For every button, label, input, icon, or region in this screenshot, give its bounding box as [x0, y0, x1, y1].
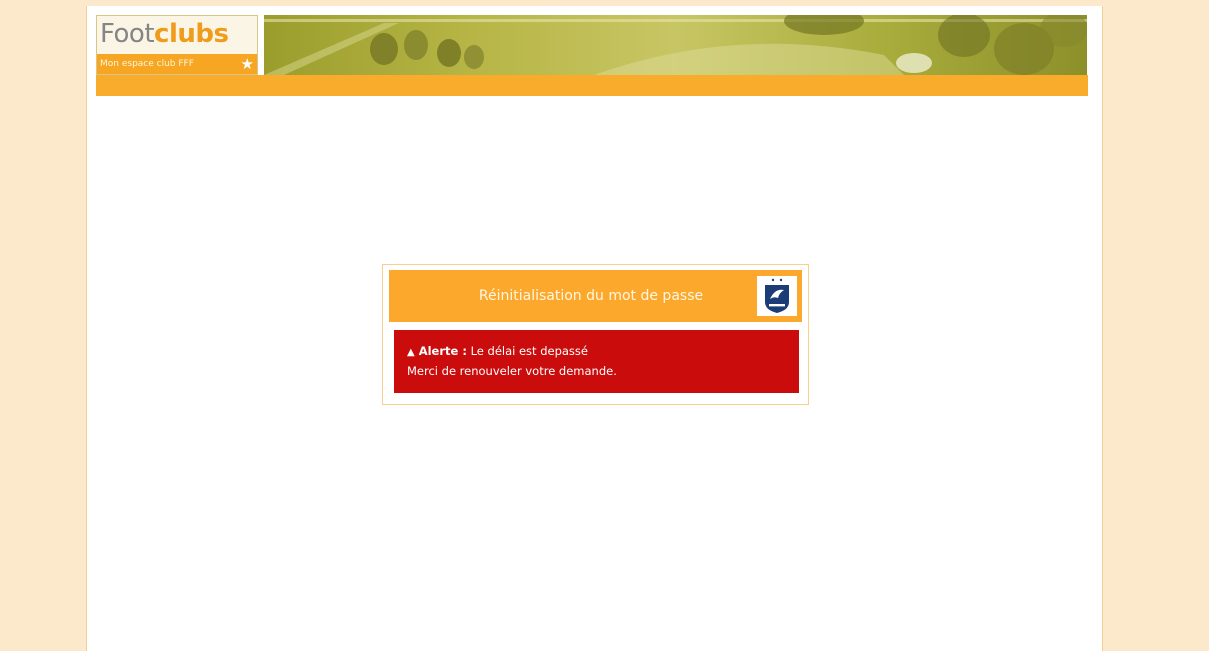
alert-label: Alerte : [418, 344, 467, 358]
alert-box: ▲ Alerte : Le délai est depassé Merci de … [394, 330, 799, 393]
star-icon: ★ [240, 55, 254, 73]
alert-instruction: Merci de renouveler votre demande. [407, 364, 617, 378]
logo-wordmark: Footclubs [100, 18, 229, 50]
site-header: Footclubs Mon espace club FFF ★ [96, 15, 1088, 75]
dialog-title: Réinitialisation du mot de passe [478, 288, 704, 304]
alert-message: Le délai est depassé [470, 344, 588, 358]
header-banner-image [264, 15, 1087, 75]
header-nav-bar [96, 75, 1088, 96]
footclubs-logo[interactable]: Footclubs Mon espace club FFF ★ [96, 15, 258, 75]
password-reset-dialog: Réinitialisation du mot de passe ▲ Alerte… [382, 264, 809, 405]
dialog-header: Réinitialisation du mot de passe [389, 270, 802, 322]
fff-shield-icon [757, 276, 797, 316]
logo-tagline: Mon espace club FFF ★ [97, 54, 257, 74]
football-players-banner [264, 15, 1087, 75]
alert-headline: ▲ Alerte : Le délai est depassé [407, 342, 799, 360]
logo-foot-text: Foot [100, 19, 155, 49]
logo-tagline-text: Mon espace club FFF [100, 59, 194, 69]
logo-clubs-text: clubs [154, 19, 229, 49]
warning-triangle-icon: ▲ [407, 347, 415, 358]
